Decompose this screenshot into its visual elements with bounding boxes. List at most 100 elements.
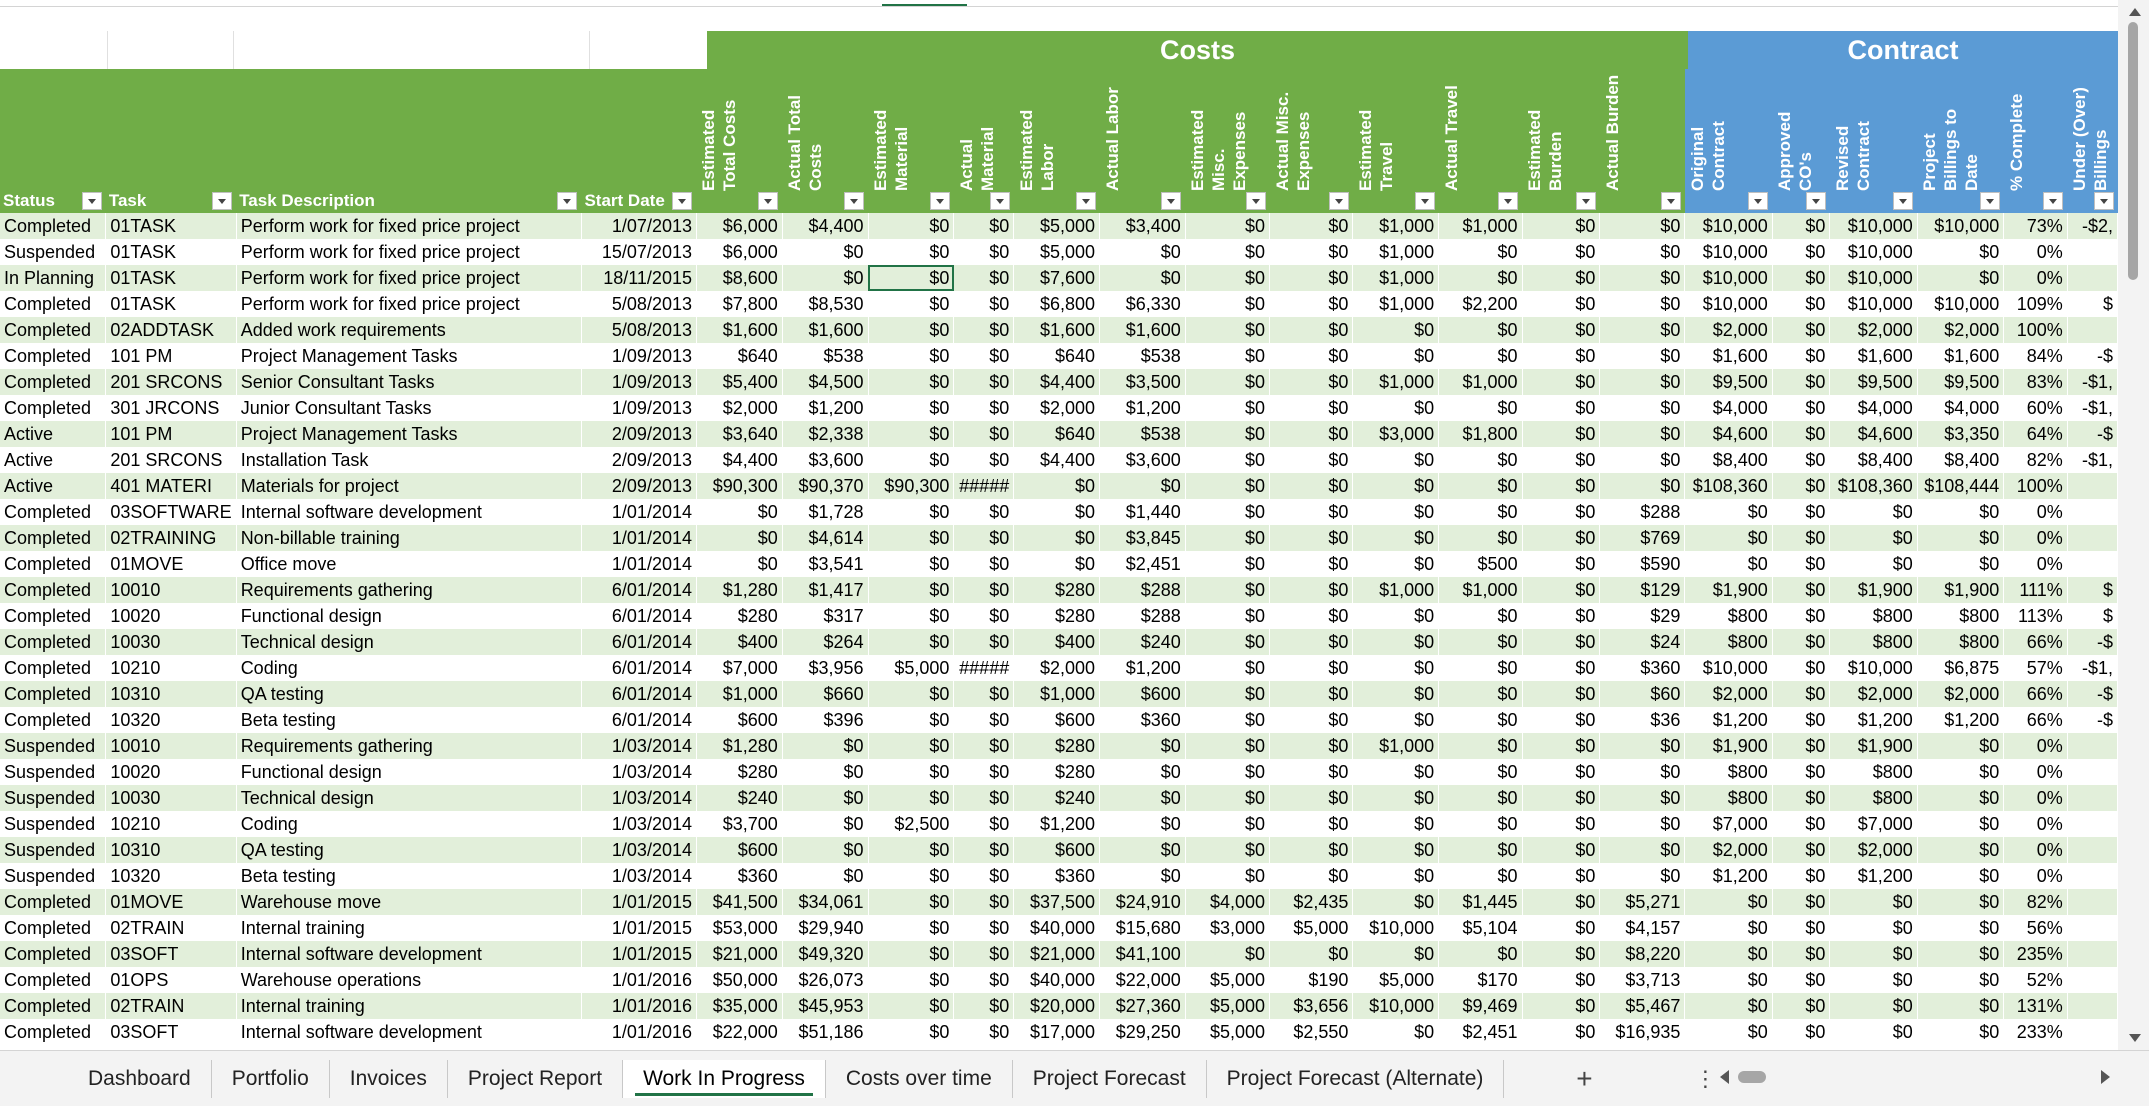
table-cell[interactable]: $288 — [1099, 577, 1186, 603]
table-cell[interactable]: Warehouse operations — [236, 967, 582, 993]
table-cell[interactable]: $240 — [696, 785, 783, 811]
filter-dropdown-icon[interactable] — [557, 192, 578, 210]
table-cell[interactable]: $0 — [1438, 317, 1523, 343]
table-cell[interactable]: Completed — [0, 317, 107, 343]
table-cell[interactable]: $0 — [1352, 785, 1440, 811]
table-cell[interactable]: $29,250 — [1099, 1019, 1186, 1045]
column-header[interactable]: Actual Total Costs — [782, 69, 869, 213]
table-cell[interactable]: 10030 — [105, 629, 237, 655]
table-cell[interactable]: $0 — [1099, 837, 1186, 863]
table-cell[interactable]: $0 — [1684, 967, 1773, 993]
sheet-tab[interactable]: Work In Progress — [623, 1059, 826, 1098]
table-cell[interactable]: 10030 — [105, 785, 237, 811]
table-cell[interactable]: 03SOFTWARE — [105, 499, 237, 525]
sheet-tab[interactable]: Portfolio — [212, 1059, 330, 1098]
table-cell[interactable]: $0 — [1269, 421, 1354, 447]
table-cell[interactable]: $0 — [782, 785, 869, 811]
table-cell[interactable]: Suspended — [0, 811, 107, 837]
table-cell[interactable] — [2067, 551, 2118, 577]
table-cell[interactable]: $0 — [1772, 525, 1831, 551]
table-cell[interactable]: $1,000 — [1352, 239, 1440, 265]
table-cell[interactable]: $0 — [868, 369, 955, 395]
table-cell[interactable]: $0 — [1684, 551, 1773, 577]
table-cell[interactable]: $0 — [1352, 837, 1440, 863]
table-cell[interactable] — [2067, 941, 2118, 967]
column-header[interactable]: Actual Travel — [1438, 69, 1523, 213]
table-cell[interactable]: 60% — [2003, 395, 2068, 421]
table-cell[interactable]: QA testing — [236, 837, 582, 863]
table-cell[interactable]: $1,000 — [1352, 369, 1440, 395]
table-cell[interactable]: Completed — [0, 343, 107, 369]
table-cell[interactable]: 1/01/2016 — [581, 1019, 697, 1045]
table-cell[interactable]: $27,360 — [1099, 993, 1186, 1019]
table-cell[interactable] — [2067, 837, 2118, 863]
table-cell[interactable]: $10,000 — [1684, 265, 1773, 291]
table-cell[interactable]: 2/09/2013 — [581, 473, 697, 499]
table-cell[interactable]: $0 — [868, 863, 955, 889]
table-cell[interactable]: Project Management Tasks — [236, 421, 582, 447]
table-cell[interactable]: 1/03/2014 — [581, 837, 697, 863]
table-cell[interactable]: $0 — [1522, 785, 1601, 811]
table-cell[interactable]: Internal software development — [236, 941, 582, 967]
table-cell[interactable]: 2/09/2013 — [581, 421, 697, 447]
table-cell[interactable]: $0 — [1917, 759, 2005, 785]
column-header[interactable]: Under (Over) Billings — [2067, 69, 2118, 213]
table-cell[interactable]: 201 SRCONS — [105, 369, 237, 395]
table-cell[interactable]: $0 — [1099, 265, 1186, 291]
table-cell[interactable]: 10010 — [105, 733, 237, 759]
column-header[interactable]: Revised Contract — [1829, 69, 1918, 213]
table-cell[interactable]: $0 — [953, 889, 1015, 915]
table-cell[interactable]: 100% — [2003, 473, 2068, 499]
table-cell[interactable]: Perform work for fixed price project — [236, 265, 582, 291]
table-cell[interactable]: $0 — [1269, 759, 1354, 785]
table-cell[interactable]: $1,900 — [1829, 577, 1918, 603]
table-cell[interactable]: $0 — [1772, 343, 1831, 369]
table-cell[interactable]: $0 — [1522, 681, 1601, 707]
table-cell[interactable]: $3,000 — [1352, 421, 1440, 447]
table-cell[interactable] — [2067, 265, 2118, 291]
column-header[interactable]: Actual Labor — [1099, 69, 1186, 213]
table-cell[interactable]: $0 — [1185, 733, 1271, 759]
table-cell[interactable]: $0 — [1829, 499, 1918, 525]
table-cell[interactable]: $0 — [953, 967, 1015, 993]
table-cell[interactable]: $0 — [868, 681, 955, 707]
table-cell[interactable]: $2,435 — [1269, 889, 1354, 915]
table-cell[interactable]: $21,000 — [696, 941, 783, 967]
table-cell[interactable]: $0 — [1438, 239, 1523, 265]
table-cell[interactable]: $0 — [953, 993, 1015, 1019]
table-cell[interactable]: Beta testing — [236, 707, 582, 733]
horizontal-scroll-thumb[interactable] — [1738, 1071, 1766, 1083]
table-cell[interactable]: $0 — [1522, 317, 1601, 343]
table-cell[interactable]: $90,370 — [782, 473, 869, 499]
table-cell[interactable]: 0% — [2003, 265, 2068, 291]
table-cell[interactable]: $0 — [1599, 265, 1686, 291]
table-cell[interactable]: $1,445 — [1438, 889, 1523, 915]
table-cell[interactable]: 64% — [2003, 421, 2068, 447]
table-cell[interactable]: $0 — [1438, 265, 1523, 291]
table-cell[interactable]: $0 — [1522, 759, 1601, 785]
table-cell[interactable]: 301 JRCONS — [105, 395, 237, 421]
table-cell[interactable]: $0 — [1185, 421, 1271, 447]
work-in-progress-table[interactable]: Status Task Task Description Start Date Esti… — [0, 69, 2118, 1045]
table-cell[interactable]: $1,000 — [696, 681, 783, 707]
table-cell[interactable]: -$ — [2067, 629, 2118, 655]
table-cell[interactable]: $396 — [782, 707, 869, 733]
table-cell[interactable]: $10,000 — [1829, 213, 1918, 239]
table-cell[interactable]: $0 — [1185, 811, 1271, 837]
table-cell[interactable]: $0 — [868, 733, 955, 759]
column-header[interactable]: Status — [0, 69, 106, 213]
table-cell[interactable]: 1/01/2016 — [581, 993, 697, 1019]
table-cell[interactable]: $538 — [1099, 343, 1186, 369]
table-cell[interactable]: 01TASK — [105, 291, 237, 317]
table-cell[interactable]: $37,500 — [1013, 889, 1101, 915]
table-cell[interactable]: $8,600 — [696, 265, 783, 291]
table-cell[interactable]: $0 — [953, 915, 1015, 941]
table-cell[interactable]: $0 — [1522, 967, 1601, 993]
table-cell[interactable]: $0 — [1185, 577, 1271, 603]
table-cell[interactable]: $0 — [953, 499, 1015, 525]
table-cell[interactable]: Completed — [0, 525, 107, 551]
table-cell[interactable]: $640 — [1013, 343, 1101, 369]
table-cell[interactable]: $1,000 — [1438, 577, 1523, 603]
column-header[interactable]: Start Date — [581, 69, 697, 213]
table-cell[interactable]: $10,000 — [1829, 265, 1918, 291]
